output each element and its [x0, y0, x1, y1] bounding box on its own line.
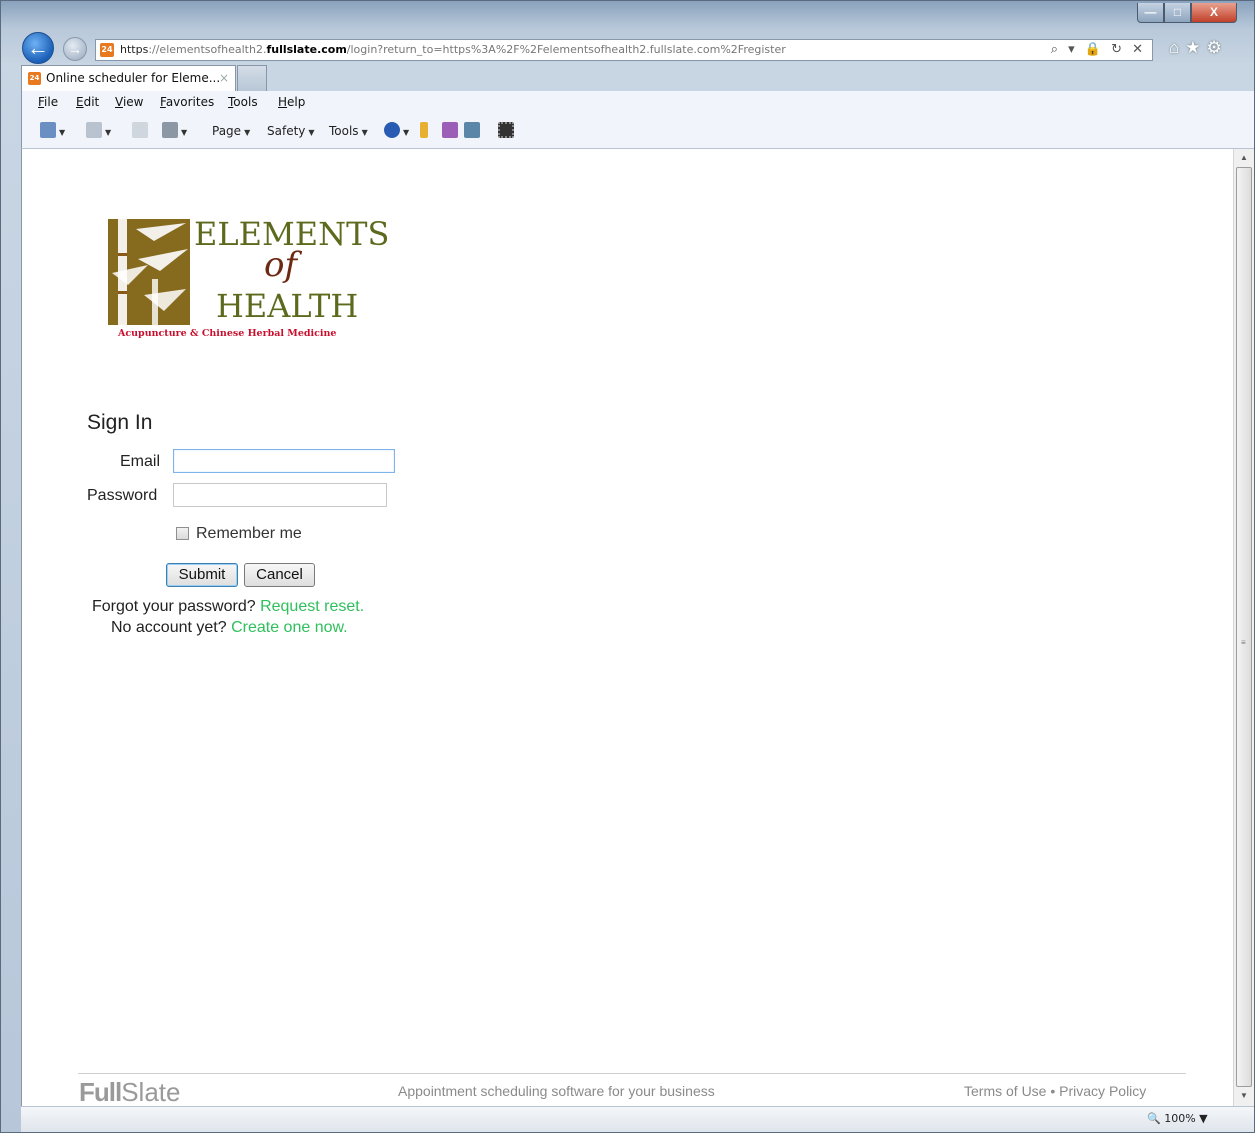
- tab-close-button[interactable]: ×: [219, 66, 229, 90]
- address-input[interactable]: 24 https://elementsofhealth2.fullslate.c…: [95, 39, 1153, 61]
- business-logo: ELEMENTS of HEALTH Acupuncture & Chinese…: [108, 215, 389, 345]
- footer-tagline: Appointment scheduling software for your…: [398, 1083, 715, 1099]
- url-scheme: https: [120, 43, 149, 56]
- mail-button[interactable]: [132, 121, 148, 141]
- scroll-up-arrow-icon[interactable]: ▲: [1234, 149, 1254, 166]
- tab-title: Online scheduler for Eleme...: [46, 71, 221, 85]
- feeds-icon: [86, 122, 102, 138]
- maximize-button[interactable]: □: [1164, 3, 1191, 23]
- home-icon: [40, 122, 56, 138]
- url-host: fullslate.com: [266, 43, 347, 56]
- fullslate-logo[interactable]: FullSlate: [79, 1077, 180, 1108]
- forgot-password-text: Forgot your password?: [92, 598, 261, 615]
- screenshot-icon: [498, 122, 514, 138]
- scroll-down-arrow-icon[interactable]: ▼: [1234, 1087, 1254, 1104]
- create-account-link[interactable]: Create one now.: [231, 619, 348, 636]
- bamboo-logo-icon: [108, 219, 190, 325]
- zoom-control[interactable]: 🔍 100% ▼: [1147, 1112, 1208, 1125]
- addon-icon: [420, 122, 428, 138]
- tab-online-scheduler[interactable]: 24 Online scheduler for Eleme... ×: [21, 65, 236, 91]
- tools-menu-label: Tools: [329, 124, 359, 138]
- menu-edit[interactable]: Edit: [76, 95, 99, 109]
- print-icon: [162, 122, 178, 138]
- footer-divider: [78, 1073, 1186, 1074]
- title-address-bar: — □ X ← → 24 https://elementsofhealth2.f…: [1, 1, 1254, 64]
- remember-me-checkbox[interactable]: [176, 527, 189, 540]
- settings-gear-icon[interactable]: ⚙: [1207, 38, 1228, 58]
- forgot-password-line: Forgot your password? Request reset.: [92, 598, 364, 616]
- logo-word-of: of: [264, 245, 298, 285]
- feeds-button[interactable]: ▼: [86, 121, 111, 141]
- remember-me-label[interactable]: Remember me: [196, 525, 302, 543]
- fullslate-logo-light: Slate: [121, 1077, 181, 1107]
- forward-button[interactable]: →: [63, 37, 87, 61]
- page-viewport: ELEMENTS of HEALTH Acupuncture & Chinese…: [21, 149, 1233, 1108]
- menu-tools[interactable]: Tools: [228, 95, 258, 109]
- browser-window: — □ X ← → 24 https://elementsofhealth2.f…: [0, 0, 1255, 1133]
- zoom-dropdown-arrow-icon: ▼: [1199, 1112, 1208, 1125]
- menu-view[interactable]: View: [115, 95, 143, 109]
- logo-word-health: HEALTH: [216, 287, 359, 325]
- tab-strip: 24 Online scheduler for Eleme... ×: [1, 63, 1254, 91]
- request-reset-link[interactable]: Request reset.: [260, 598, 364, 615]
- address-tools-icons[interactable]: ⌕ ▾ 🔒 ↻ ✕: [1051, 40, 1146, 60]
- tab-favicon-icon: 24: [28, 72, 41, 85]
- home-button[interactable]: ▼: [40, 121, 65, 141]
- toolbar-area: File Edit View Favorites Tools Help ▼ ▼ …: [21, 91, 1254, 149]
- addon-button-2[interactable]: [442, 121, 458, 141]
- minimize-button[interactable]: —: [1137, 3, 1164, 23]
- terms-of-use-link[interactable]: Terms of Use: [964, 1083, 1046, 1099]
- back-arrow-icon: ←: [27, 35, 49, 60]
- menu-favorites[interactable]: Favorites: [160, 95, 214, 109]
- url-path: /login?return_to=https%3A%2F%2Felementso…: [346, 43, 786, 56]
- page-menu-label: Page: [212, 124, 242, 138]
- password-label: Password: [87, 487, 158, 504]
- logo-tagline: Acupuncture & Chinese Herbal Medicine: [118, 328, 337, 339]
- addon-button-1[interactable]: [420, 121, 428, 141]
- signin-heading: Sign In: [87, 411, 153, 434]
- submit-button[interactable]: Submit: [166, 563, 238, 587]
- status-bar: 🔍 100% ▼: [21, 1106, 1254, 1132]
- page-menu[interactable]: Page ▼: [212, 121, 250, 141]
- addon-icon: [464, 122, 480, 138]
- help-icon: [384, 122, 400, 138]
- footer-links: Terms of Use • Privacy Policy: [964, 1083, 1146, 1099]
- scroll-grip-icon: ≡: [1241, 638, 1246, 647]
- url-prefix: ://elementsofhealth2.: [148, 43, 267, 56]
- close-window-button[interactable]: X: [1191, 3, 1237, 23]
- menu-file[interactable]: File: [38, 95, 58, 109]
- favorites-star-icon[interactable]: ★: [1185, 38, 1206, 58]
- privacy-policy-link[interactable]: Privacy Policy: [1059, 1083, 1146, 1099]
- fullslate-logo-bold: Full: [79, 1077, 122, 1107]
- password-field[interactable]: [173, 483, 387, 507]
- email-field[interactable]: [173, 449, 395, 473]
- safety-menu[interactable]: Safety ▼: [267, 121, 315, 141]
- new-tab-button[interactable]: [237, 65, 267, 91]
- no-account-text: No account yet?: [111, 619, 232, 636]
- print-button[interactable]: ▼: [162, 121, 187, 141]
- zoom-level: 100%: [1164, 1112, 1196, 1125]
- vertical-scrollbar[interactable]: ▲ ≡ ▼: [1233, 149, 1254, 1106]
- addon-button-4[interactable]: [498, 121, 514, 141]
- addon-button-3[interactable]: [464, 121, 480, 141]
- menu-help[interactable]: Help: [278, 95, 305, 109]
- home-icon[interactable]: ⌂: [1169, 38, 1185, 58]
- scroll-thumb[interactable]: ≡: [1236, 167, 1252, 1087]
- forward-arrow-icon: →: [68, 41, 82, 57]
- cancel-button[interactable]: Cancel: [244, 563, 315, 587]
- tools-menu[interactable]: Tools ▼: [329, 121, 368, 141]
- browser-nav-icons: ⌂★⚙: [1169, 38, 1228, 58]
- safety-menu-label: Safety: [267, 124, 306, 138]
- no-account-line: No account yet? Create one now.: [111, 619, 348, 637]
- addon-icon: [442, 122, 458, 138]
- help-button[interactable]: ▼: [384, 121, 409, 141]
- email-label: Email: [120, 453, 161, 470]
- mail-icon: [132, 122, 148, 138]
- zoom-icon: 🔍: [1147, 1112, 1161, 1125]
- footer-separator: •: [1046, 1083, 1060, 1099]
- back-button[interactable]: ←: [22, 32, 54, 64]
- site-favicon-icon: 24: [100, 43, 114, 57]
